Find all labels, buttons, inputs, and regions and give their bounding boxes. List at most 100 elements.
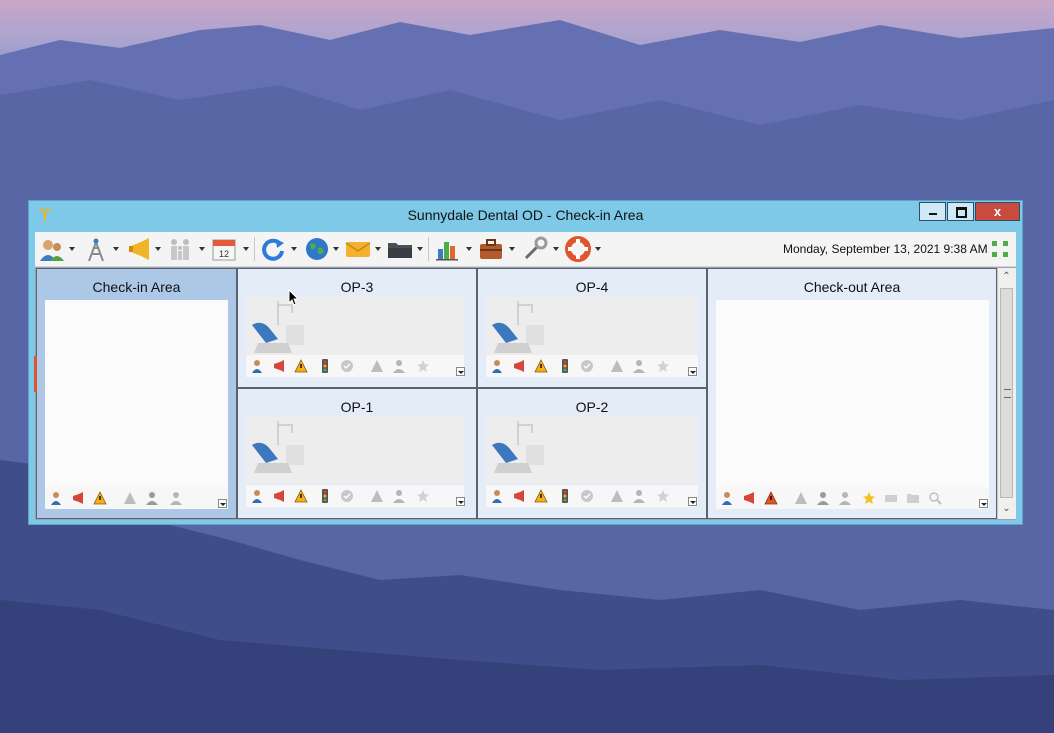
warning-icon[interactable] — [764, 491, 778, 505]
megaphone-icon[interactable] — [71, 491, 85, 505]
alert-icon[interactable] — [123, 491, 137, 505]
scroll-up-icon[interactable]: ⌃ — [1000, 270, 1013, 283]
expand-corner-icon[interactable] — [979, 499, 988, 508]
user-icon[interactable] — [392, 489, 406, 503]
patient-icon[interactable] — [490, 359, 504, 373]
folder-icon[interactable] — [906, 491, 920, 505]
user-icon[interactable] — [632, 489, 646, 503]
vertical-scrollbar[interactable]: ⌃ ⌄ — [997, 268, 1016, 519]
user-icon[interactable] — [145, 491, 159, 505]
fullscreen-icon[interactable] — [990, 239, 1010, 259]
checkin-area-panel[interactable]: Check-in Area — [36, 268, 237, 519]
close-button[interactable]: x — [975, 202, 1020, 221]
scroll-down-icon[interactable]: ⌄ — [1000, 502, 1013, 515]
tools-icon[interactable] — [522, 236, 548, 262]
briefcase-dropdown-arrow[interactable] — [509, 247, 515, 251]
expand-corner-icon[interactable] — [456, 497, 465, 506]
op-4-room-area[interactable] — [486, 297, 698, 355]
patient-icon[interactable] — [720, 491, 734, 505]
lifebuoy-dropdown-arrow[interactable] — [595, 247, 601, 251]
patients-dropdown-arrow[interactable] — [69, 247, 75, 251]
folder-icon[interactable] — [387, 236, 413, 262]
family-dropdown-arrow[interactable] — [199, 247, 205, 251]
title-bar[interactable]: Sunnydale Dental OD - Check-in Area x — [29, 201, 1022, 229]
alert-icon[interactable] — [610, 489, 624, 503]
user-arrow-icon[interactable] — [169, 491, 183, 505]
card-icon[interactable] — [884, 491, 898, 505]
alert-icon[interactable] — [370, 359, 384, 373]
user-icon[interactable] — [632, 359, 646, 373]
user-icon[interactable] — [392, 359, 406, 373]
chart-dropdown-arrow[interactable] — [466, 247, 472, 251]
star-icon[interactable] — [416, 489, 430, 503]
folder-dropdown-arrow[interactable] — [417, 247, 423, 251]
tower-dropdown-arrow[interactable] — [113, 247, 119, 251]
globe-dropdown-arrow[interactable] — [333, 247, 339, 251]
lifebuoy-icon[interactable] — [565, 236, 591, 262]
megaphone-icon[interactable] — [127, 236, 153, 262]
minimize-button[interactable] — [919, 202, 946, 221]
op-1-room-area[interactable] — [246, 417, 464, 483]
patients-icon[interactable] — [39, 236, 65, 262]
op-3-panel[interactable]: OP-3 — [237, 268, 477, 388]
refresh-dropdown-arrow[interactable] — [291, 247, 297, 251]
warning-icon[interactable] — [294, 359, 308, 373]
check-circle-icon[interactable] — [580, 489, 594, 503]
star-icon[interactable] — [416, 359, 430, 373]
warning-icon[interactable] — [294, 489, 308, 503]
op-2-panel[interactable]: OP-2 — [477, 388, 707, 519]
calendar-dropdown-arrow[interactable] — [243, 247, 249, 251]
megaphone-icon[interactable] — [272, 489, 286, 503]
warning-icon[interactable] — [93, 491, 107, 505]
check-circle-icon[interactable] — [340, 359, 354, 373]
alert-icon[interactable] — [370, 489, 384, 503]
patient-icon[interactable] — [250, 489, 264, 503]
briefcase-icon[interactable] — [478, 236, 504, 262]
expand-corner-icon[interactable] — [688, 497, 697, 506]
tools-dropdown-arrow[interactable] — [553, 247, 559, 251]
op-4-panel[interactable]: OP-4 — [477, 268, 707, 388]
search-icon[interactable] — [928, 491, 942, 505]
warning-icon[interactable] — [534, 359, 548, 373]
star-icon[interactable] — [656, 359, 670, 373]
megaphone-icon[interactable] — [512, 359, 526, 373]
megaphone-icon[interactable] — [272, 359, 286, 373]
family-icon[interactable] — [167, 236, 193, 262]
user-arrow-icon[interactable] — [838, 491, 852, 505]
op-1-panel[interactable]: OP-1 — [237, 388, 477, 519]
refresh-icon[interactable] — [260, 236, 286, 262]
star-icon[interactable] — [862, 491, 876, 505]
maximize-button[interactable] — [947, 202, 974, 221]
traffic-light-icon[interactable] — [318, 489, 332, 503]
mail-dropdown-arrow[interactable] — [375, 247, 381, 251]
expand-corner-icon[interactable] — [218, 499, 227, 508]
check-circle-icon[interactable] — [580, 359, 594, 373]
warning-icon[interactable] — [534, 489, 548, 503]
op-2-room-area[interactable] — [486, 417, 698, 483]
scroll-thumb[interactable] — [1000, 288, 1013, 498]
patient-icon[interactable] — [49, 491, 63, 505]
patient-icon[interactable] — [250, 359, 264, 373]
megaphone-dropdown-arrow[interactable] — [155, 247, 161, 251]
expand-corner-icon[interactable] — [456, 367, 465, 376]
checkin-patient-list[interactable] — [45, 300, 228, 487]
mail-icon[interactable] — [345, 236, 371, 262]
calendar-icon[interactable]: 12 — [211, 236, 237, 262]
checkout-area-panel[interactable]: Check-out Area — [707, 268, 997, 519]
traffic-light-icon[interactable] — [558, 359, 572, 373]
traffic-light-icon[interactable] — [558, 489, 572, 503]
globe-icon[interactable] — [304, 236, 330, 262]
megaphone-icon[interactable] — [742, 491, 756, 505]
traffic-light-icon[interactable] — [318, 359, 332, 373]
star-icon[interactable] — [656, 489, 670, 503]
alert-icon[interactable] — [610, 359, 624, 373]
tower-icon[interactable] — [83, 236, 109, 262]
chart-icon[interactable] — [434, 236, 460, 262]
expand-corner-icon[interactable] — [688, 367, 697, 376]
patient-icon[interactable] — [490, 489, 504, 503]
user-icon[interactable] — [816, 491, 830, 505]
checkout-patient-list[interactable] — [716, 300, 989, 487]
alert-icon[interactable] — [794, 491, 808, 505]
op-3-room-area[interactable] — [246, 297, 464, 355]
megaphone-icon[interactable] — [512, 489, 526, 503]
